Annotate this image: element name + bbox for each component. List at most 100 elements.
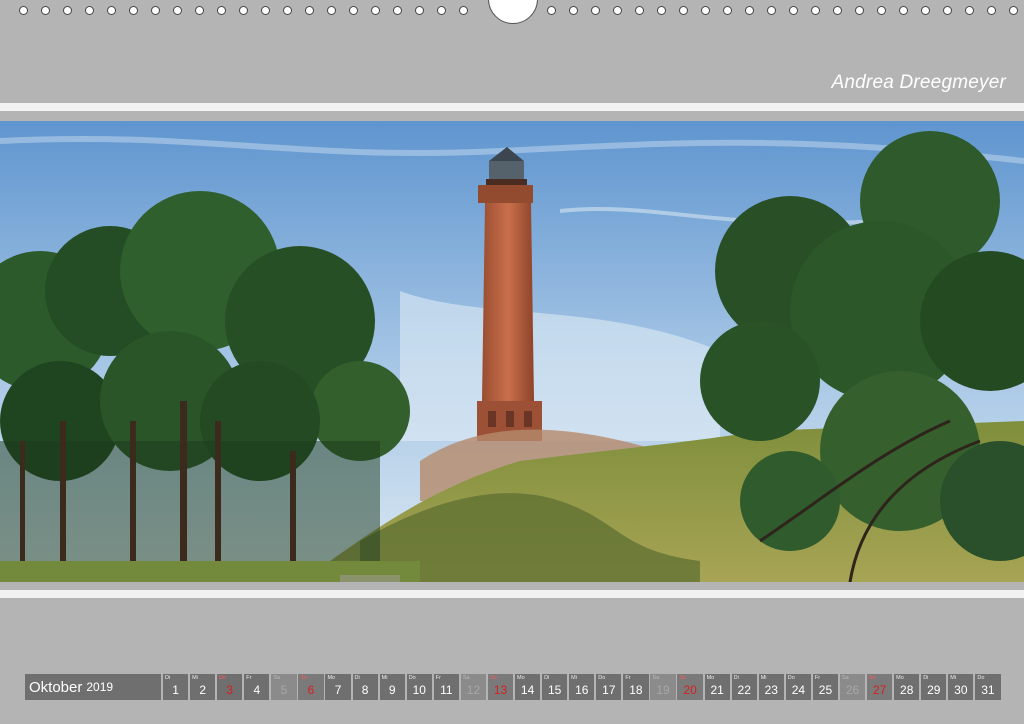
weekday-label: Fr bbox=[435, 675, 441, 681]
day-number: 21 bbox=[710, 683, 724, 697]
binding-hole bbox=[129, 6, 138, 15]
binding-hole bbox=[393, 6, 402, 15]
day-cell: Fr 11 bbox=[433, 674, 459, 700]
day-number: 28 bbox=[900, 683, 914, 697]
day-number: 13 bbox=[493, 683, 508, 697]
day-cell: Mo 14 bbox=[515, 674, 541, 700]
weekday-label: Di bbox=[733, 675, 739, 681]
day-number: 14 bbox=[520, 683, 535, 697]
day-cell: Mo 21 bbox=[704, 674, 730, 700]
day-cell: Mi 23 bbox=[758, 674, 784, 700]
binding-hole bbox=[723, 6, 732, 15]
day-cell: Do 31 bbox=[975, 674, 1001, 700]
weekday-label: So bbox=[869, 675, 876, 681]
weekday-label: Sa bbox=[652, 675, 660, 681]
day-cell: Mi 16 bbox=[569, 674, 595, 700]
month-name: Oktober bbox=[29, 678, 83, 696]
month-year: 2019 bbox=[86, 680, 114, 694]
weekday-label: Di bbox=[923, 675, 929, 681]
binding-hole bbox=[811, 6, 820, 15]
day-cell: Fr 18 bbox=[623, 674, 649, 700]
day-number: 22 bbox=[737, 683, 751, 697]
day-number: 7 bbox=[334, 683, 342, 697]
day-cell: Mo 7 bbox=[325, 674, 351, 700]
day-number: 23 bbox=[764, 683, 778, 697]
day-number: 29 bbox=[927, 683, 941, 697]
binding-hole bbox=[85, 6, 94, 15]
weekday-label: So bbox=[679, 675, 687, 681]
day-cell: Fr 25 bbox=[812, 674, 839, 700]
binding-hole bbox=[877, 6, 886, 15]
weekday-label: Do bbox=[219, 675, 227, 681]
binding-hole bbox=[173, 6, 182, 15]
day-cell: Sa 5 bbox=[271, 674, 297, 700]
day-cell: So 20 bbox=[677, 674, 703, 700]
weekday-label: Mo bbox=[706, 675, 715, 681]
weekday-label: Fr bbox=[246, 675, 252, 681]
day-number: 1 bbox=[172, 683, 179, 697]
top-divider bbox=[0, 103, 1024, 111]
day-number: 27 bbox=[872, 683, 887, 697]
weekday-label: Do bbox=[977, 675, 985, 681]
calendar-strip: Oktober 2019 Di 1 Mi 2 Do 3 Fr 4 Sa 5 So 6 Mo 7 Di 8 Mi 9… bbox=[25, 674, 1002, 700]
binding-hole bbox=[921, 6, 930, 15]
weekday-label: Mi bbox=[950, 675, 957, 681]
binding-hole bbox=[899, 6, 908, 15]
day-cell: So 27 bbox=[867, 674, 893, 700]
weekday-label: Fr bbox=[625, 675, 631, 681]
day-cell: Di 22 bbox=[731, 674, 757, 700]
binding-hole bbox=[591, 6, 600, 15]
weekday-label: Sa bbox=[462, 675, 470, 681]
pine-trees-left bbox=[0, 191, 420, 582]
binding-hole bbox=[437, 6, 446, 15]
day-cell: Do 3 bbox=[217, 674, 243, 700]
day-cell: So 13 bbox=[487, 674, 514, 700]
weekday-label: Di bbox=[354, 675, 360, 681]
day-number: 20 bbox=[683, 683, 697, 697]
binding-hole bbox=[217, 6, 226, 15]
day-number: 15 bbox=[548, 683, 562, 697]
binding-hole bbox=[987, 6, 996, 15]
spiral-binding bbox=[0, 0, 1024, 24]
weekday-label: Do bbox=[598, 675, 606, 681]
day-number: 19 bbox=[656, 683, 670, 697]
binding-hole bbox=[195, 6, 204, 15]
day-cell: Mi 9 bbox=[379, 674, 405, 700]
day-cell: Di 15 bbox=[542, 674, 568, 700]
day-number: 18 bbox=[629, 683, 643, 697]
month-label: Oktober 2019 bbox=[25, 674, 161, 700]
binding-hole bbox=[151, 6, 160, 15]
binding-hole bbox=[679, 6, 688, 15]
binding-hole bbox=[107, 6, 116, 15]
day-number: 26 bbox=[845, 683, 860, 697]
day-number: 3 bbox=[226, 683, 234, 697]
binding-hole bbox=[635, 6, 644, 15]
weekday-label: Mi bbox=[192, 675, 198, 681]
binding-hole bbox=[283, 6, 292, 15]
day-cell: Do 10 bbox=[406, 674, 432, 700]
binding-hole bbox=[327, 6, 336, 15]
binding-hole bbox=[745, 6, 754, 15]
binding-hole bbox=[767, 6, 776, 15]
day-cell: Do 24 bbox=[785, 674, 811, 700]
day-number: 17 bbox=[602, 683, 616, 697]
weekday-label: Sa bbox=[841, 675, 849, 681]
day-cell: So 6 bbox=[298, 674, 324, 700]
binding-hole bbox=[349, 6, 358, 15]
binding-hole bbox=[1009, 6, 1018, 15]
weekday-label: Sa bbox=[273, 675, 281, 681]
binding-hole bbox=[789, 6, 798, 15]
day-number: 10 bbox=[412, 683, 426, 697]
weekday-label: So bbox=[489, 675, 497, 681]
day-number: 5 bbox=[280, 683, 288, 697]
author-credit: Andrea Dreegmeyer bbox=[831, 72, 1006, 93]
binding-hole bbox=[239, 6, 248, 15]
day-number: 30 bbox=[954, 683, 968, 697]
binding-hole bbox=[305, 6, 314, 15]
binding-hole bbox=[41, 6, 50, 15]
binding-hole bbox=[19, 6, 28, 15]
binding-hole bbox=[569, 6, 578, 15]
day-cell: Di 8 bbox=[352, 674, 378, 700]
day-number: 12 bbox=[466, 683, 481, 697]
weekday-label: So bbox=[300, 675, 308, 681]
